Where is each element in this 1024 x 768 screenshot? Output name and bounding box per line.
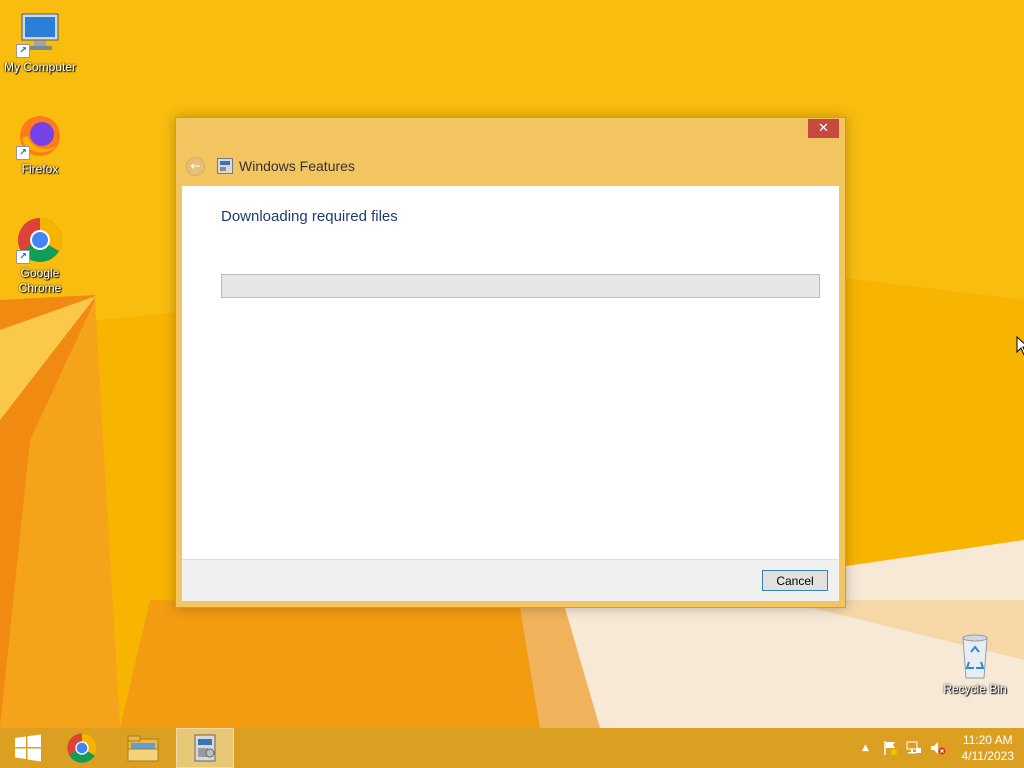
firefox-icon: ↗: [16, 112, 64, 160]
status-heading: Downloading required files: [221, 208, 398, 225]
chrome-icon: ↗: [16, 216, 64, 264]
shortcut-arrow-icon: ↗: [16, 44, 30, 58]
dialog-content: Downloading required files: [182, 186, 839, 559]
file-explorer-icon: [127, 735, 159, 762]
chrome-icon: [67, 733, 97, 763]
close-button[interactable]: ✕: [808, 119, 839, 138]
clock-date: 4/11/2023: [961, 749, 1015, 763]
desktop-icon-label: My Computer: [3, 60, 77, 74]
volume-muted-icon[interactable]: [930, 740, 946, 756]
windows-features-dialog: ✕ ← Windows Features Downloading require…: [175, 117, 846, 608]
windows-features-icon: [194, 734, 216, 762]
taskbar-file-explorer-button[interactable]: [115, 728, 171, 768]
action-center-flag-icon[interactable]: [882, 740, 898, 756]
taskbar-chrome-button[interactable]: [54, 728, 110, 768]
desktop-icon-google-chrome[interactable]: ↗ Google Chrome: [0, 216, 80, 296]
taskbar: ▲ 11:20 AM 4/11/2023: [0, 728, 1024, 768]
clock[interactable]: 11:20 AM 4/11/2023: [962, 732, 1015, 764]
desktop-icon-label: Google Chrome: [18, 266, 62, 295]
dialog-title: Windows Features: [239, 158, 355, 174]
taskbar-windows-features-button[interactable]: [176, 728, 234, 768]
clock-time: 11:20 AM: [962, 733, 1013, 747]
back-button[interactable]: ←: [186, 156, 205, 176]
windows-features-icon: [217, 158, 233, 174]
cancel-button[interactable]: Cancel: [762, 570, 828, 591]
windows-start-icon: [15, 734, 41, 762]
desktop-icon-label: Firefox: [21, 162, 59, 176]
desktop-icon-firefox[interactable]: ↗ Firefox: [0, 112, 80, 177]
shortcut-arrow-icon: ↗: [16, 146, 30, 160]
shortcut-arrow-icon: ↗: [16, 250, 30, 264]
computer-icon: ↗: [16, 10, 64, 58]
mouse-cursor-icon: [1016, 336, 1024, 356]
show-hidden-icons-chevron-icon[interactable]: ▲: [858, 740, 874, 756]
desktop-icon-recycle-bin[interactable]: Recycle Bin: [935, 632, 1015, 697]
system-tray: ▲ 11:20 AM 4/11/2023: [854, 728, 1024, 768]
dialog-footer: Cancel: [182, 559, 839, 601]
network-icon[interactable]: [906, 740, 922, 756]
desktop-icon-my-computer[interactable]: ↗ My Computer: [0, 10, 80, 75]
dialog-header: ← Windows Features: [186, 156, 835, 176]
recycle-bin-icon: [951, 632, 999, 680]
desktop-icon-label: Recycle Bin: [943, 682, 1007, 696]
download-progress-bar: [221, 274, 820, 298]
start-button[interactable]: [0, 728, 56, 768]
